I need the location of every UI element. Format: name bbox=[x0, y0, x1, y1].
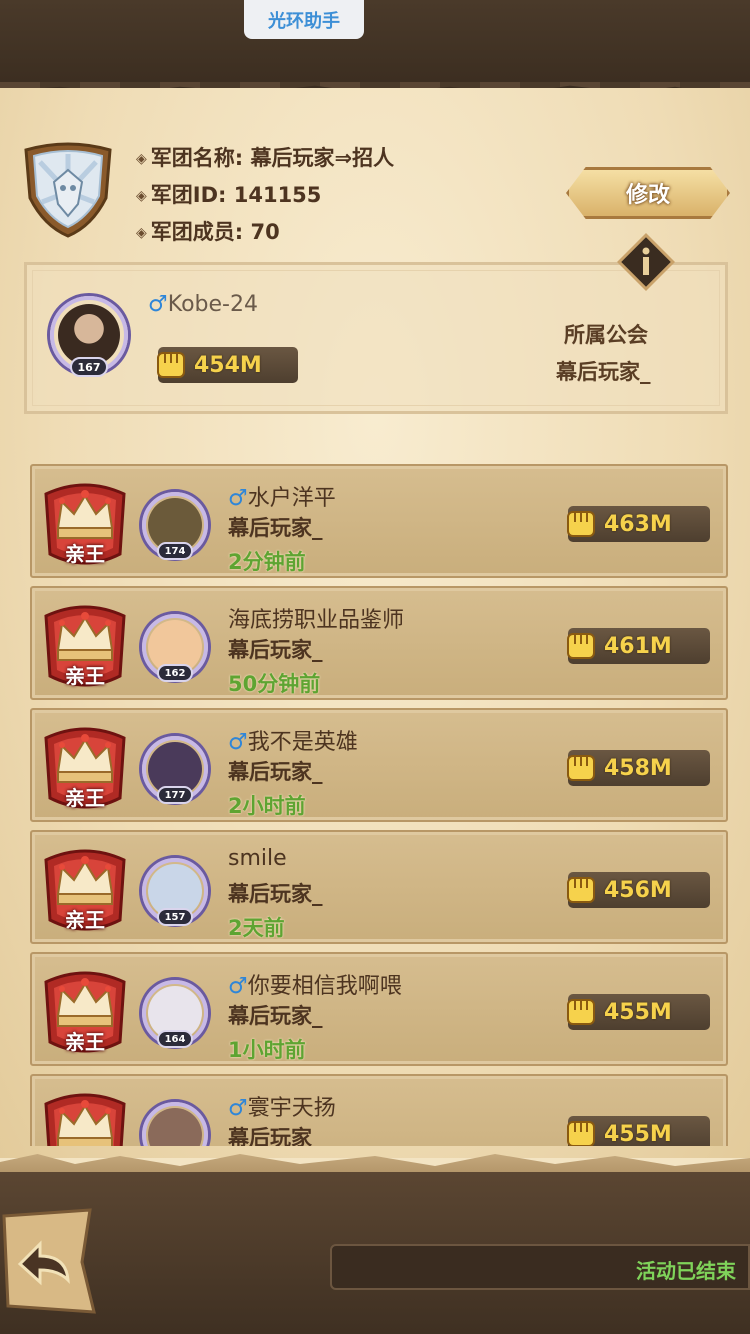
leader-guild-title: 所属公会 bbox=[564, 323, 648, 347]
member-last-online: 2分钟前 bbox=[228, 550, 306, 574]
guild-name-line: ◈ 军团名称: 幕后玩家⇒招人 bbox=[136, 146, 395, 170]
member-level-badge: 162 bbox=[157, 664, 193, 682]
diamond-bullet-icon: ◈ bbox=[136, 188, 147, 204]
member-power: 461M bbox=[567, 628, 710, 664]
member-list[interactable]: 亲王 174 ♂水户洋平 幕后玩家_ 2分钟前 463M 亲王 162 海底捞职… bbox=[0, 458, 750, 1146]
member-level-badge: 177 bbox=[157, 786, 193, 804]
member-name-row: 海底捞职业品鉴师 bbox=[228, 602, 404, 634]
rank-label: 亲王 bbox=[65, 542, 105, 566]
member-guild: 幕后玩家_ bbox=[228, 516, 323, 540]
member-level-badge: 164 bbox=[157, 1030, 193, 1048]
fist-icon bbox=[567, 1121, 595, 1146]
leader-name: Kobe-24 bbox=[167, 292, 258, 317]
member-name-row: ♂寰宇天扬 bbox=[228, 1090, 336, 1122]
diamond-bullet-icon: ◈ bbox=[136, 225, 147, 241]
member-guild: 幕后玩家_ bbox=[228, 1126, 323, 1146]
member-name-row: ♂你要相信我啊喂 bbox=[228, 968, 402, 1000]
member-name: 我不是英雄 bbox=[247, 730, 358, 755]
member-last-online: 2小时前 bbox=[228, 794, 306, 818]
helper-button[interactable]: 光环助手 bbox=[244, 0, 364, 39]
member-card[interactable]: 亲王 164 ♂你要相信我啊喂 幕后玩家_ 1小时前 455M bbox=[30, 952, 728, 1066]
male-icon: ♂ bbox=[228, 486, 248, 511]
member-power: 463M bbox=[567, 506, 710, 542]
member-guild: 幕后玩家_ bbox=[228, 638, 323, 662]
member-name-row: ♂我不是英雄 bbox=[228, 724, 358, 756]
rank-label: 亲王 bbox=[65, 664, 105, 688]
member-last-online: 50分钟前 bbox=[228, 672, 321, 696]
male-icon: ♂ bbox=[148, 292, 168, 317]
member-card[interactable]: 亲王 174 ♂水户洋平 幕后玩家_ 2分钟前 463M bbox=[30, 464, 728, 578]
info-icon[interactable] bbox=[616, 232, 676, 292]
male-icon: ♂ bbox=[228, 1096, 248, 1121]
fist-icon bbox=[567, 633, 595, 659]
fist-icon bbox=[567, 877, 595, 903]
member-power: 455M bbox=[567, 994, 710, 1030]
member-name: smile bbox=[228, 846, 287, 871]
member-last-online: 2天前 bbox=[228, 916, 285, 940]
leader-name-row: ♂Kobe-24 bbox=[148, 292, 258, 317]
member-level-badge: 157 bbox=[157, 908, 193, 926]
member-guild: 幕后玩家_ bbox=[228, 760, 323, 784]
fist-icon bbox=[567, 999, 595, 1025]
member-level-badge: 174 bbox=[157, 542, 193, 560]
member-guild: 幕后玩家_ bbox=[228, 1004, 323, 1028]
member-name: 海底捞职业品鉴师 bbox=[228, 608, 405, 633]
back-arrow-icon[interactable] bbox=[0, 1208, 96, 1316]
rank-label: 亲王 bbox=[65, 1030, 105, 1054]
member-power: 458M bbox=[567, 750, 710, 786]
member-last-online: 1小时前 bbox=[228, 1038, 306, 1062]
top-band bbox=[0, 0, 750, 88]
member-name-row: ♂水户洋平 bbox=[228, 480, 336, 512]
leader-guild-name: 幕后玩家_ bbox=[556, 360, 651, 384]
member-card[interactable]: 亲王 157 smile 幕后玩家_ 2天前 456M bbox=[30, 830, 728, 944]
guild-members-line: ◈ 军团成员: 70 bbox=[136, 220, 280, 244]
crown-rank-icon bbox=[44, 1093, 126, 1146]
leader-level-badge: 167 bbox=[70, 357, 108, 377]
member-name: 你要相信我啊喂 bbox=[247, 974, 402, 999]
leader-power: 454M bbox=[157, 347, 298, 383]
member-name-row: smile bbox=[228, 846, 287, 871]
rank-label: 亲王 bbox=[65, 908, 105, 932]
guild-id-line: ◈ 军团ID: 141155 bbox=[136, 183, 322, 207]
fist-icon bbox=[157, 352, 185, 378]
member-power: 455M bbox=[567, 1116, 710, 1146]
member-power: 456M bbox=[567, 872, 710, 908]
fist-icon bbox=[567, 755, 595, 781]
member-card[interactable]: 亲王 ♂寰宇天扬 幕后玩家_ 455M bbox=[30, 1074, 728, 1146]
male-icon: ♂ bbox=[228, 730, 248, 755]
diamond-bullet-icon: ◈ bbox=[136, 151, 147, 167]
fist-icon bbox=[567, 511, 595, 537]
rank-label: 亲王 bbox=[65, 786, 105, 810]
status-text: 活动已结束 bbox=[636, 1259, 736, 1283]
member-name: 寰宇天扬 bbox=[247, 1096, 336, 1121]
male-icon: ♂ bbox=[228, 974, 248, 999]
member-card[interactable]: 亲王 177 ♂我不是英雄 幕后玩家_ 2小时前 458M bbox=[30, 708, 728, 822]
guild-emblem-icon bbox=[24, 142, 112, 238]
edit-button[interactable]: 修改 bbox=[566, 167, 730, 219]
member-name: 水户洋平 bbox=[247, 486, 336, 511]
member-card[interactable]: 亲王 162 海底捞职业品鉴师 幕后玩家_ 50分钟前 461M bbox=[30, 586, 728, 700]
member-guild: 幕后玩家_ bbox=[228, 882, 323, 906]
status-box: 活动已结束 bbox=[330, 1244, 750, 1290]
